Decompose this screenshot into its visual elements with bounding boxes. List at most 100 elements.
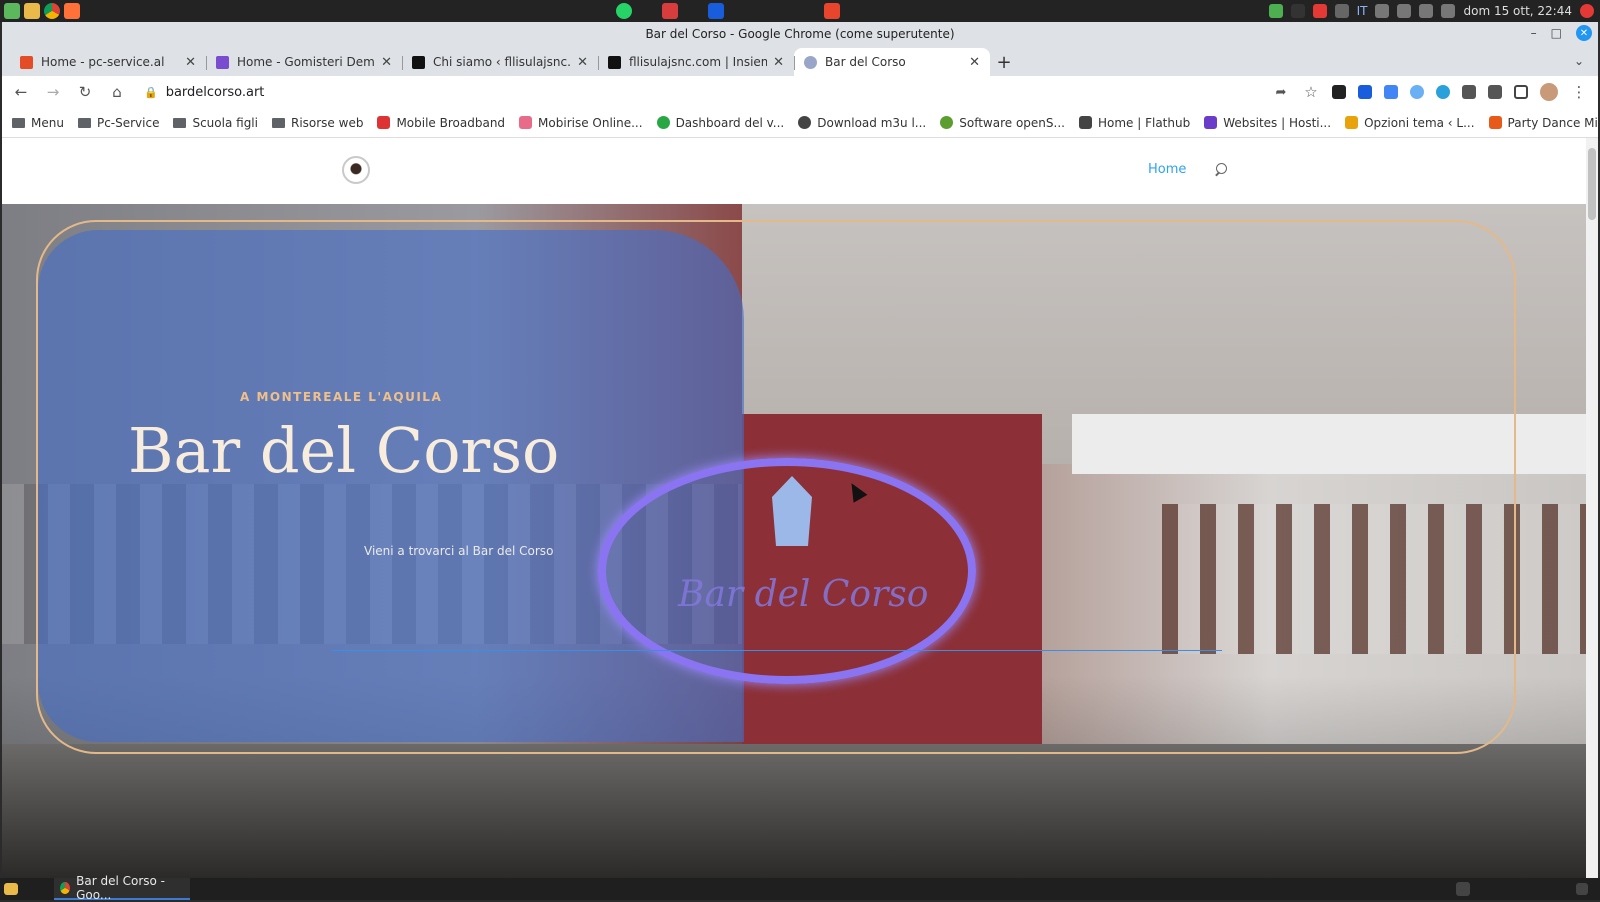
- hero-frame: [36, 220, 1516, 754]
- close-icon[interactable]: ✕: [1576, 25, 1592, 41]
- bookmark-folder-risorse[interactable]: Risorse web: [271, 115, 364, 130]
- bookmark-mobile-broadband[interactable]: Mobile Broadband: [377, 116, 505, 130]
- share-icon[interactable]: ➦: [1272, 85, 1290, 100]
- keyboard-layout[interactable]: IT: [1357, 4, 1368, 18]
- terminal-icon[interactable]: [1290, 4, 1305, 18]
- translate-extension-icon[interactable]: [1384, 85, 1398, 99]
- whatsapp-icon[interactable]: [616, 3, 632, 19]
- bookmark-label: Menu: [31, 115, 64, 130]
- tab-favicon-icon: [20, 55, 33, 69]
- address-bar[interactable]: 🔒 bardelcorso.art: [140, 78, 1258, 106]
- tab-title: Chi siamo ‹ fllisulajsnc.com —: [433, 55, 571, 69]
- minimize-icon[interactable]: –: [1531, 26, 1537, 40]
- bookmark-folder-menu[interactable]: Menu: [12, 116, 64, 130]
- tab-title: Home - Gomisteri Dema: [237, 55, 376, 69]
- tab-close-icon[interactable]: ✕: [381, 55, 392, 70]
- bookmark-label: Pc-Service: [96, 115, 160, 130]
- app-fire-icon[interactable]: [824, 3, 840, 19]
- tab-close-icon[interactable]: ✕: [185, 55, 196, 70]
- theme-icon: [1345, 116, 1359, 129]
- bookmark-folder-scuola[interactable]: Scuola figli: [173, 116, 258, 130]
- bookmark-flathub[interactable]: Home | Flathub: [1078, 116, 1190, 130]
- browser-window: Bar del Corso - Google Chrome (come supe…: [2, 22, 1598, 878]
- bookmark-folder-pc-service[interactable]: Pc-Service: [77, 115, 160, 130]
- flathub-icon: [1078, 116, 1092, 129]
- back-icon[interactable]: ←: [12, 83, 30, 101]
- reload-icon[interactable]: ↻: [76, 83, 94, 101]
- side-panel-icon[interactable]: [1514, 85, 1528, 99]
- maximize-icon[interactable]: □: [1551, 26, 1562, 40]
- bookmark-party-dance[interactable]: Party Dance Mix...: [1488, 116, 1598, 130]
- home-icon[interactable]: ⌂: [108, 83, 126, 101]
- tray-chrome-icon[interactable]: [1456, 882, 1470, 896]
- power-icon[interactable]: [1580, 4, 1594, 18]
- bluetooth-icon[interactable]: [1334, 4, 1349, 18]
- extension-icon[interactable]: [1488, 85, 1502, 99]
- pinned-apps: [616, 3, 840, 19]
- bookmark-download-m3u[interactable]: Download m3u l...: [798, 116, 926, 130]
- chrome-icon[interactable]: [44, 3, 60, 19]
- tab-favicon-icon: [412, 55, 425, 69]
- tab-close-icon[interactable]: ✕: [969, 55, 980, 70]
- tab-pc-service[interactable]: Home - pc-service.al ✕: [10, 48, 206, 76]
- telegram-extension-icon[interactable]: [1436, 85, 1450, 99]
- lock-icon[interactable]: 🔒: [144, 86, 158, 99]
- search-icon[interactable]: [1214, 162, 1228, 177]
- site-logo[interactable]: [342, 156, 370, 184]
- folder-icon: [77, 117, 91, 128]
- tab-fllisulaj[interactable]: fllisulajsnc.com | Insieme real ✕: [598, 48, 794, 76]
- hero-divider: [332, 650, 1222, 651]
- star-icon[interactable]: ☆: [1302, 83, 1320, 101]
- firefox-icon[interactable]: [64, 3, 80, 19]
- tab-gomisteri[interactable]: Home - Gomisteri Dema ✕: [206, 48, 402, 76]
- profile-avatar[interactable]: [1540, 83, 1558, 101]
- anydesk-icon[interactable]: [1312, 4, 1327, 18]
- bitwarden-extension-icon[interactable]: [1358, 85, 1372, 99]
- tab-chi-siamo[interactable]: Chi siamo ‹ fllisulajsnc.com — ✕: [402, 48, 598, 76]
- show-desktop-icon[interactable]: [4, 883, 18, 895]
- nav-home-link[interactable]: Home: [1148, 162, 1186, 177]
- bookmark-label: Download m3u l...: [817, 115, 927, 130]
- bookmark-label: Risorse web: [290, 115, 364, 130]
- hostinger-icon: [1204, 116, 1218, 129]
- menu-kebab-icon[interactable]: ⋮: [1570, 83, 1588, 101]
- files-icon[interactable]: [24, 3, 40, 19]
- huawei-icon: [377, 116, 391, 129]
- tab-bar-del-corso[interactable]: Bar del Corso ✕: [794, 48, 990, 76]
- taskbar-chrome-window[interactable]: Bar del Corso - Goo...: [54, 874, 190, 902]
- forward-icon[interactable]: →: [44, 83, 62, 101]
- bookmark-dashboard[interactable]: Dashboard del v...: [656, 116, 784, 130]
- bookmark-websites-hosting[interactable]: Websites | Hosti...: [1204, 116, 1331, 130]
- hero-kicker: A MONTEREALE L'AQUILA: [240, 390, 443, 404]
- opensource-icon: [940, 116, 954, 129]
- app-red-icon[interactable]: [662, 3, 678, 19]
- url-text[interactable]: bardelcorso.art: [166, 85, 265, 100]
- tab-search-chevron-icon[interactable]: ⌄: [1574, 54, 1584, 68]
- folder-icon: [271, 117, 285, 128]
- notifications-icon[interactable]: [1576, 883, 1588, 895]
- volume-icon[interactable]: [1375, 4, 1390, 18]
- tab-close-icon[interactable]: ✕: [577, 55, 588, 70]
- puzzle-icon[interactable]: [1462, 85, 1476, 99]
- bookmark-label: Mobirise Online...: [538, 115, 643, 130]
- extension-icon[interactable]: [1332, 85, 1346, 99]
- dashboard-icon: [656, 116, 670, 129]
- scrollbar-thumb[interactable]: [1588, 148, 1596, 220]
- wifi-icon[interactable]: [1397, 4, 1412, 18]
- extension-icon[interactable]: [1410, 85, 1424, 99]
- bookmark-opzioni-tema[interactable]: Opzioni tema ‹ L...: [1345, 116, 1475, 130]
- bitwarden-icon[interactable]: [708, 3, 724, 19]
- mint-menu-icon[interactable]: [4, 3, 20, 19]
- bookmark-mobirise[interactable]: Mobirise Online...: [519, 116, 643, 130]
- tab-title: Home - pc-service.al: [41, 55, 165, 69]
- bookmark-software-opens[interactable]: Software openS...: [940, 116, 1065, 130]
- new-tab-button[interactable]: +: [990, 48, 1018, 76]
- clock[interactable]: dom 15 ott, 22:44: [1463, 4, 1572, 18]
- shield-icon[interactable]: [1441, 4, 1456, 18]
- tab-favicon-icon: [216, 55, 229, 69]
- clipboard-icon[interactable]: [1419, 4, 1434, 18]
- tab-close-icon[interactable]: ✕: [773, 55, 784, 70]
- bookmark-label: Scuola figli: [192, 115, 258, 130]
- tray-app-icon[interactable]: [1268, 4, 1283, 18]
- page-scrollbar[interactable]: [1586, 138, 1598, 878]
